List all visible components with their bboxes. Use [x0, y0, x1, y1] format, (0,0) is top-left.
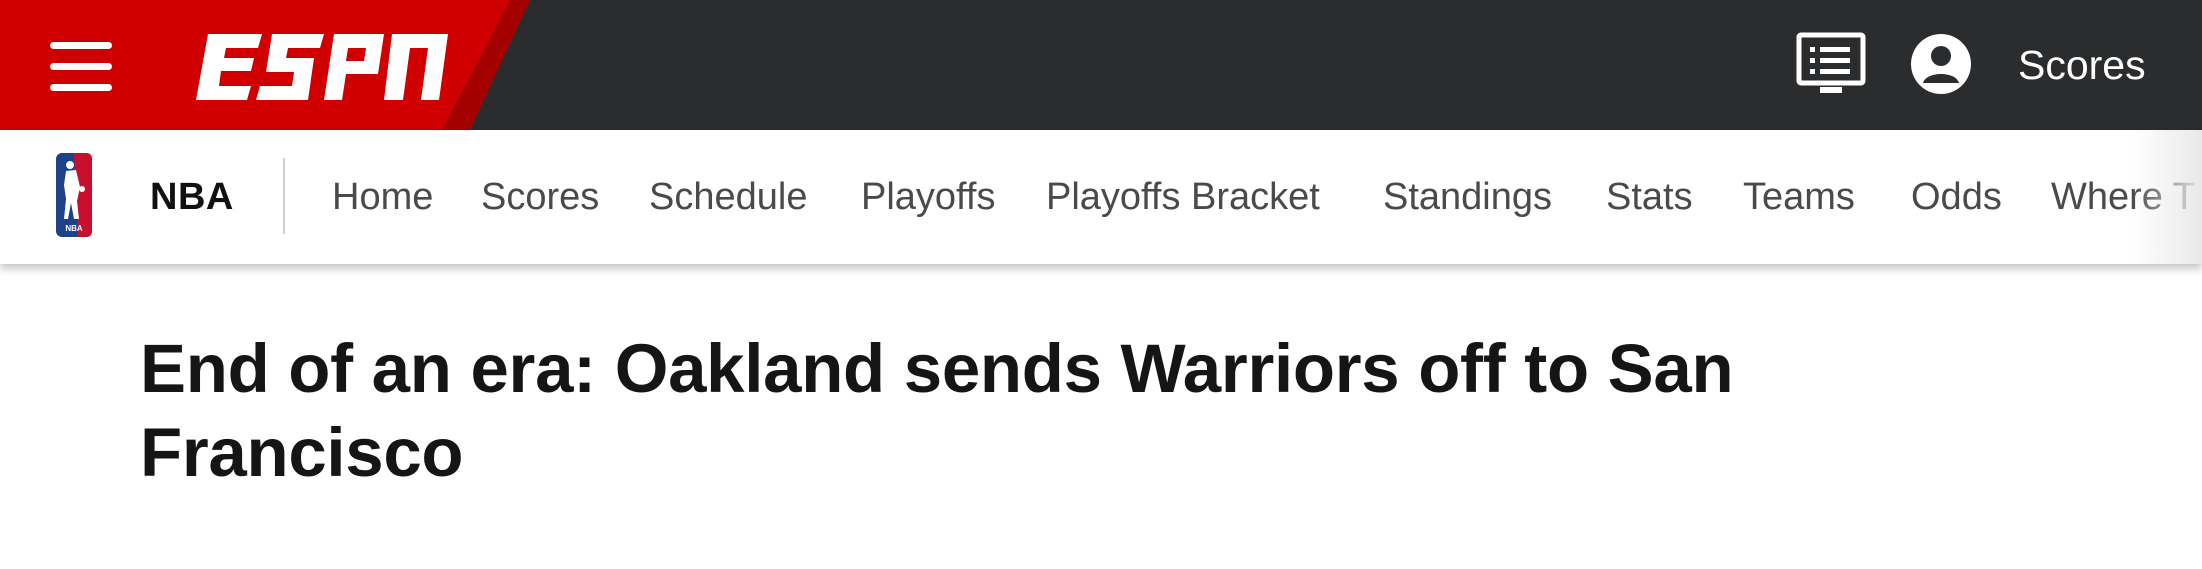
espn-logo[interactable] [196, 34, 448, 100]
nav-schedule[interactable]: Schedule [649, 130, 807, 264]
nba-logo-icon[interactable]: NBA [56, 153, 92, 237]
nav-home[interactable]: Home [332, 130, 433, 264]
scores-link[interactable]: Scores [2018, 40, 2146, 90]
article-headline: End of an era: Oakland sends Warriors of… [140, 330, 1734, 491]
nav-odds[interactable]: Odds [1911, 130, 2002, 264]
top-bar: Scores [0, 0, 2202, 130]
nav-teams[interactable]: Teams [1743, 130, 1855, 264]
nav-standings[interactable]: Standings [1383, 130, 1552, 264]
nav-playoffs[interactable]: Playoffs [861, 130, 995, 264]
subnav-scroll-fade [2132, 130, 2202, 264]
nav-scores[interactable]: Scores [481, 130, 599, 264]
svg-text:NBA: NBA [65, 224, 83, 233]
league-subnav: NBA NBA Home Scores Schedule Playoffs Pl… [0, 130, 2202, 264]
hamburger-menu-icon[interactable] [50, 40, 114, 94]
nav-stats[interactable]: Stats [1606, 130, 1693, 264]
tv-guide-icon[interactable] [1796, 32, 1866, 96]
user-account-icon[interactable] [1910, 33, 1972, 95]
league-name[interactable]: NBA [150, 130, 234, 264]
nav-playoffs-bracket[interactable]: Playoffs Bracket [1046, 130, 1320, 264]
subnav-divider [283, 158, 285, 234]
